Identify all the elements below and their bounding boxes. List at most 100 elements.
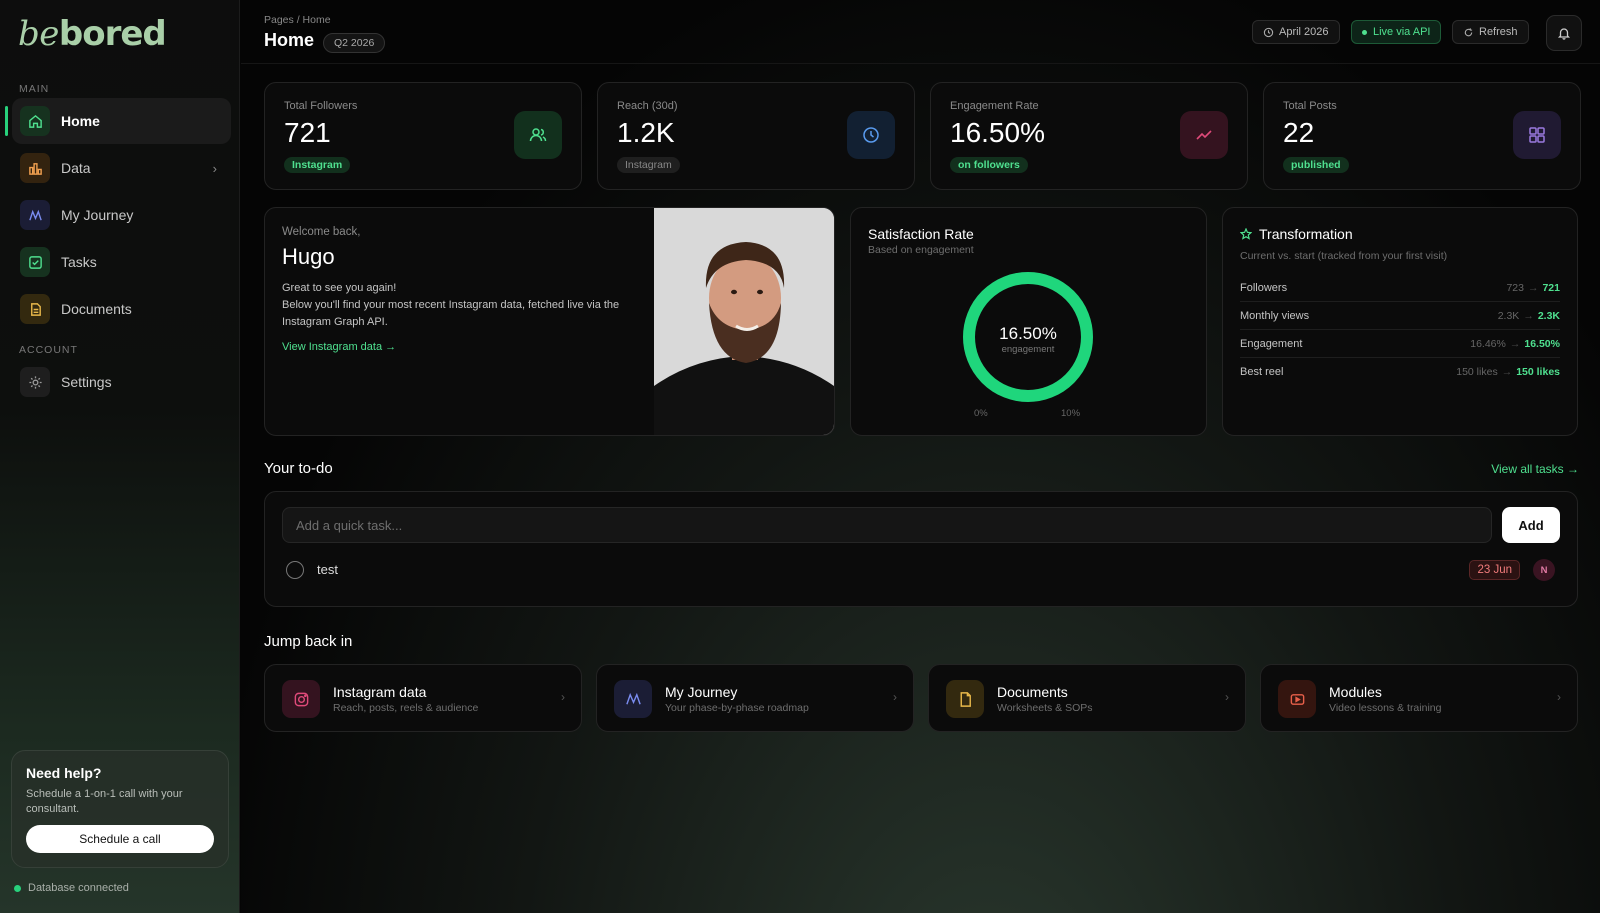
add-task-button[interactable]: Add <box>1502 507 1560 543</box>
logo-be: be <box>18 14 59 54</box>
view-instagram-link[interactable]: View Instagram data → <box>282 341 396 353</box>
document-icon <box>20 294 50 324</box>
section-label-main: MAIN <box>19 83 50 95</box>
arrow-right-icon: → <box>1527 281 1539 294</box>
journey-icon <box>20 200 50 230</box>
jump-back-title: Jump back in <box>264 633 353 650</box>
stat-badge: published <box>1283 157 1349 173</box>
sidebar-item-label: Data <box>61 160 91 176</box>
user-name: Hugo <box>282 244 335 269</box>
row-values: 2.3K → 2.3K <box>1498 310 1560 322</box>
stat-value: 1.2K <box>617 117 675 148</box>
welcome-line-2: Below you'll find your most recent Insta… <box>282 299 620 328</box>
row-start: 150 likes <box>1456 366 1498 378</box>
header: Pages / Home Home Q2 2026 April 2026 Liv… <box>241 0 1600 64</box>
checkbox-icon <box>20 247 50 277</box>
instagram-icon <box>282 680 320 718</box>
sidebar-item-home[interactable]: Home <box>5 98 231 144</box>
jump-card-subtitle: Your phase-by-phase roadmap <box>665 702 809 714</box>
status-dot-icon <box>14 884 21 892</box>
page-title: Home <box>264 30 315 50</box>
transformation-title-label: Transformation <box>1259 226 1353 242</box>
jump-card-title: Documents <box>997 684 1068 700</box>
sidebar-item-my-journey[interactable]: My Journey <box>12 192 231 238</box>
notifications-button[interactable] <box>1546 15 1582 51</box>
donut-value: 16.50% <box>999 324 1057 343</box>
jump-card-title: My Journey <box>665 684 738 700</box>
document-icon <box>946 680 984 718</box>
grid-icon <box>1513 111 1561 159</box>
jump-card-instagram-data[interactable]: Instagram data Reach, posts, reels & aud… <box>264 664 582 732</box>
jump-card-title: Modules <box>1329 684 1382 700</box>
sidebar-item-documents[interactable]: Documents <box>12 286 231 332</box>
stat-card-posts: Total Posts 22 published <box>1263 82 1581 190</box>
help-title: Need help? <box>26 765 102 781</box>
portrait-illustration <box>654 208 834 435</box>
row-values: 16.46% → 16.50% <box>1470 338 1560 350</box>
stat-card-engagement: Engagement Rate 16.50% on followers <box>930 82 1248 190</box>
task-assignee-avatar[interactable]: N <box>1533 559 1555 581</box>
row-values: 723 → 721 <box>1506 282 1560 294</box>
schedule-call-button[interactable]: Schedule a call <box>26 825 214 853</box>
jump-card-title: Instagram data <box>333 684 427 700</box>
users-icon <box>514 111 562 159</box>
jump-card-documents[interactable]: Documents Worksheets & SOPs › <box>928 664 1246 732</box>
stat-badge: Instagram <box>284 157 351 173</box>
welcome-line-1: Great to see you again! <box>282 282 397 294</box>
sidebar-item-settings[interactable]: Settings <box>12 359 231 405</box>
stat-card-reach: Reach (30d) 1.2K Instagram <box>597 82 915 190</box>
row-current: 16.50% <box>1524 337 1560 350</box>
sidebar-item-label: Tasks <box>61 254 97 270</box>
jump-card-modules[interactable]: Modules Video lessons & training › <box>1260 664 1578 732</box>
todo-panel: Add test 23 Jun N <box>264 491 1578 607</box>
refresh-icon <box>1464 27 1473 36</box>
chevron-right-icon: › <box>893 690 897 704</box>
transformation-panel: Transformation Current vs. start (tracke… <box>1222 207 1578 436</box>
stat-card-followers: Total Followers 721 Instagram <box>264 82 582 190</box>
chevron-right-icon: › <box>212 160 217 176</box>
welcome-panel: Welcome back, Hugo Great to see you agai… <box>264 207 835 436</box>
transformation-row: Engagement 16.46% → 16.50% <box>1240 330 1560 358</box>
section-label-account: ACCOUNT <box>19 344 78 356</box>
sidebar-item-label: Settings <box>61 374 112 390</box>
help-card: Need help? Schedule a 1-on-1 call with y… <box>11 750 229 868</box>
stat-label: Total Followers <box>284 100 358 112</box>
live-dot-icon <box>1362 29 1367 35</box>
view-all-tasks-link[interactable]: View all tasks → <box>1491 462 1579 476</box>
transformation-row: Followers 723 → 721 <box>1240 274 1560 302</box>
bell-icon <box>1557 28 1571 40</box>
row-label: Engagement <box>1240 337 1303 350</box>
chevron-right-icon: › <box>1557 690 1561 704</box>
help-text: Schedule a 1-on-1 call with your consult… <box>26 788 183 815</box>
quick-task-input[interactable] <box>282 507 1492 543</box>
row-label: Monthly views <box>1240 309 1310 322</box>
sidebar-item-label: Home <box>61 113 100 129</box>
todo-title: Your to-do <box>264 460 333 477</box>
transformation-row: Monthly views 2.3K → 2.3K <box>1240 302 1560 330</box>
stat-badge: on followers <box>950 157 1028 173</box>
sidebar-item-data[interactable]: Data › <box>12 145 231 191</box>
task-checkbox[interactable] <box>286 561 304 579</box>
brand-logo[interactable]: bebored <box>18 14 167 54</box>
welcome-message: Great to see you again! Below you'll fin… <box>282 280 642 331</box>
live-api-badge[interactable]: Live via API <box>1351 20 1442 44</box>
clock-icon <box>1263 27 1274 37</box>
refresh-button[interactable]: Refresh <box>1452 20 1529 44</box>
satisfaction-subtitle: Based on engagement <box>868 244 974 256</box>
refresh-label: Refresh <box>1479 26 1518 38</box>
donut-tick-min: 0% <box>974 408 988 419</box>
month-picker-button[interactable]: April 2026 <box>1252 20 1340 44</box>
sidebar-item-label: My Journey <box>61 207 134 223</box>
database-status: Database connected <box>14 882 129 894</box>
chevron-right-icon: › <box>561 690 565 704</box>
gear-icon <box>20 367 50 397</box>
home-icon <box>20 106 50 136</box>
arrow-right-icon: → <box>1501 366 1513 378</box>
sidebar-item-tasks[interactable]: Tasks <box>12 239 231 285</box>
donut-tick-max: 10% <box>1061 408 1081 419</box>
arrow-right-icon: → <box>1523 309 1534 322</box>
jump-card-subtitle: Worksheets & SOPs <box>997 702 1093 714</box>
jump-card-my-journey[interactable]: My Journey Your phase-by-phase roadmap › <box>596 664 914 732</box>
trend-icon <box>1180 111 1228 159</box>
row-start: 2.3K <box>1497 309 1520 322</box>
